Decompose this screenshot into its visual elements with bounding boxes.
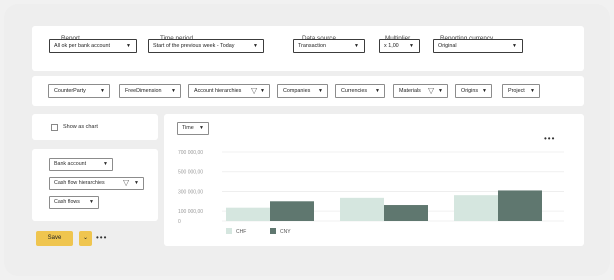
- dimension-cash-flow-hierarchies[interactable]: Cash flow hierarchies ▽ ▼: [49, 177, 144, 190]
- chart-panel: Time ▼ ••• 0 100 000,00 300 000,00 500 000,…: [164, 114, 584, 246]
- chevron-down-icon: ▼: [103, 161, 108, 167]
- chip-account-hierarchies[interactable]: Account hierarchies ▽ ▼: [188, 84, 270, 98]
- bar-cny: [384, 205, 428, 221]
- dimension-bank-account[interactable]: Bank account ▼: [49, 158, 113, 171]
- show-as-chart-checkbox[interactable]: [51, 124, 58, 131]
- bar-chf: [226, 207, 270, 221]
- chip-label: Project: [508, 88, 525, 94]
- bar-cny: [498, 190, 542, 221]
- legend-swatch-chf: [226, 228, 232, 234]
- chevron-down-icon: ▼: [100, 88, 105, 94]
- y-tick-label: 100 000,00: [178, 209, 203, 215]
- chevron-down-icon: ▼: [375, 88, 380, 94]
- reporting-currency-select[interactable]: Original ▼: [433, 39, 523, 53]
- chevron-down-icon: ▼: [253, 43, 258, 49]
- chevron-down-icon: ▼: [482, 88, 487, 94]
- chip-label: Account hierarchies: [194, 88, 242, 94]
- chevron-down-icon: ▼: [318, 88, 323, 94]
- time-period-select[interactable]: Start of the previous week - Today ▼: [148, 39, 264, 53]
- save-options-button[interactable]: ⌄: [79, 231, 92, 246]
- chip-currencies[interactable]: Currencies ▼: [335, 84, 385, 98]
- y-tick-label: 0: [178, 219, 181, 225]
- chip-origins[interactable]: Origins ▼: [455, 84, 492, 98]
- dimension-chip-bar: CounterParty ▼ FreeDimension ▼ Account h…: [32, 76, 584, 106]
- reporting-currency-value: Original: [438, 43, 457, 49]
- chevron-down-icon: ▼: [126, 43, 131, 49]
- legend-label-chf: CHF: [236, 229, 246, 235]
- report-select[interactable]: All ok per bank account ▼: [49, 39, 137, 53]
- more-options-button[interactable]: •••: [96, 233, 107, 243]
- bar-chart: 0 100 000,00 300 000,00 500 000,00 700 000,0…: [178, 150, 564, 235]
- chip-label: Companies: [283, 88, 311, 94]
- chevron-down-icon: ▼: [512, 43, 517, 49]
- legend-label-cny: CNY: [280, 229, 291, 235]
- y-tick-label: 300 000,00: [178, 189, 203, 195]
- app-frame: Report All ok per bank account ▼ Time pe…: [4, 4, 610, 276]
- row-dimensions-panel: Bank account ▼ Cash flow hierarchies ▽ ▼…: [32, 149, 158, 221]
- multiplier-select[interactable]: x 1,00 ▼: [379, 39, 420, 53]
- bar-chf: [454, 195, 498, 221]
- multiplier-value: x 1,00: [384, 43, 399, 49]
- chip-freedimension[interactable]: FreeDimension ▼: [119, 84, 181, 98]
- bar-cny: [270, 201, 314, 221]
- chip-label: Materials: [399, 88, 421, 94]
- chip-materials[interactable]: Materials ▽ ▼: [393, 84, 448, 98]
- dimension-label: Bank account: [54, 161, 87, 167]
- chip-counterparty[interactable]: CounterParty ▼: [48, 84, 110, 98]
- dimension-cash-flows[interactable]: Cash flows ▼: [49, 196, 99, 209]
- chevron-down-icon: ▼: [134, 180, 139, 186]
- chevron-down-icon: ▼: [530, 88, 535, 94]
- report-filter-bar: Report All ok per bank account ▼ Time pe…: [32, 26, 584, 71]
- save-button[interactable]: Save: [36, 231, 73, 246]
- chevron-down-icon: ▼: [438, 88, 443, 94]
- chevron-down-icon: ▼: [171, 88, 176, 94]
- legend-swatch-cny: [270, 228, 276, 234]
- filter-funnel-icon: ▽: [123, 178, 130, 187]
- y-tick-label: 700 000,00: [178, 150, 203, 156]
- chevron-down-icon: ▼: [354, 43, 359, 49]
- chip-label: Currencies: [341, 88, 368, 94]
- chip-label: FreeDimension: [125, 88, 162, 94]
- time-period-value: Start of the previous week - Today: [153, 43, 235, 49]
- bar-chf: [340, 197, 384, 221]
- dimension-label: Cash flows: [54, 199, 80, 205]
- y-tick-label: 500 000,00: [178, 170, 203, 176]
- dimension-label: Cash flow hierarchies: [54, 180, 105, 186]
- chevron-down-icon: ▼: [409, 43, 414, 49]
- chevron-down-icon: ⌄: [82, 235, 89, 241]
- filter-funnel-icon: ▽: [428, 86, 435, 95]
- show-as-chart-label: Show as chart: [63, 124, 98, 130]
- chip-label: Origins: [461, 88, 479, 94]
- data-source-value: Transaction: [298, 43, 326, 49]
- filter-funnel-icon: ▽: [251, 86, 258, 95]
- report-value: All ok per bank account: [54, 43, 111, 49]
- chip-label: CounterParty: [54, 88, 86, 94]
- chevron-down-icon: ▼: [89, 199, 94, 205]
- data-source-select[interactable]: Transaction ▼: [293, 39, 365, 53]
- chip-companies[interactable]: Companies ▼: [277, 84, 328, 98]
- chevron-down-icon: ▼: [260, 88, 265, 94]
- show-as-chart-panel: Show as chart: [32, 114, 158, 140]
- chip-project[interactable]: Project ▼: [502, 84, 540, 98]
